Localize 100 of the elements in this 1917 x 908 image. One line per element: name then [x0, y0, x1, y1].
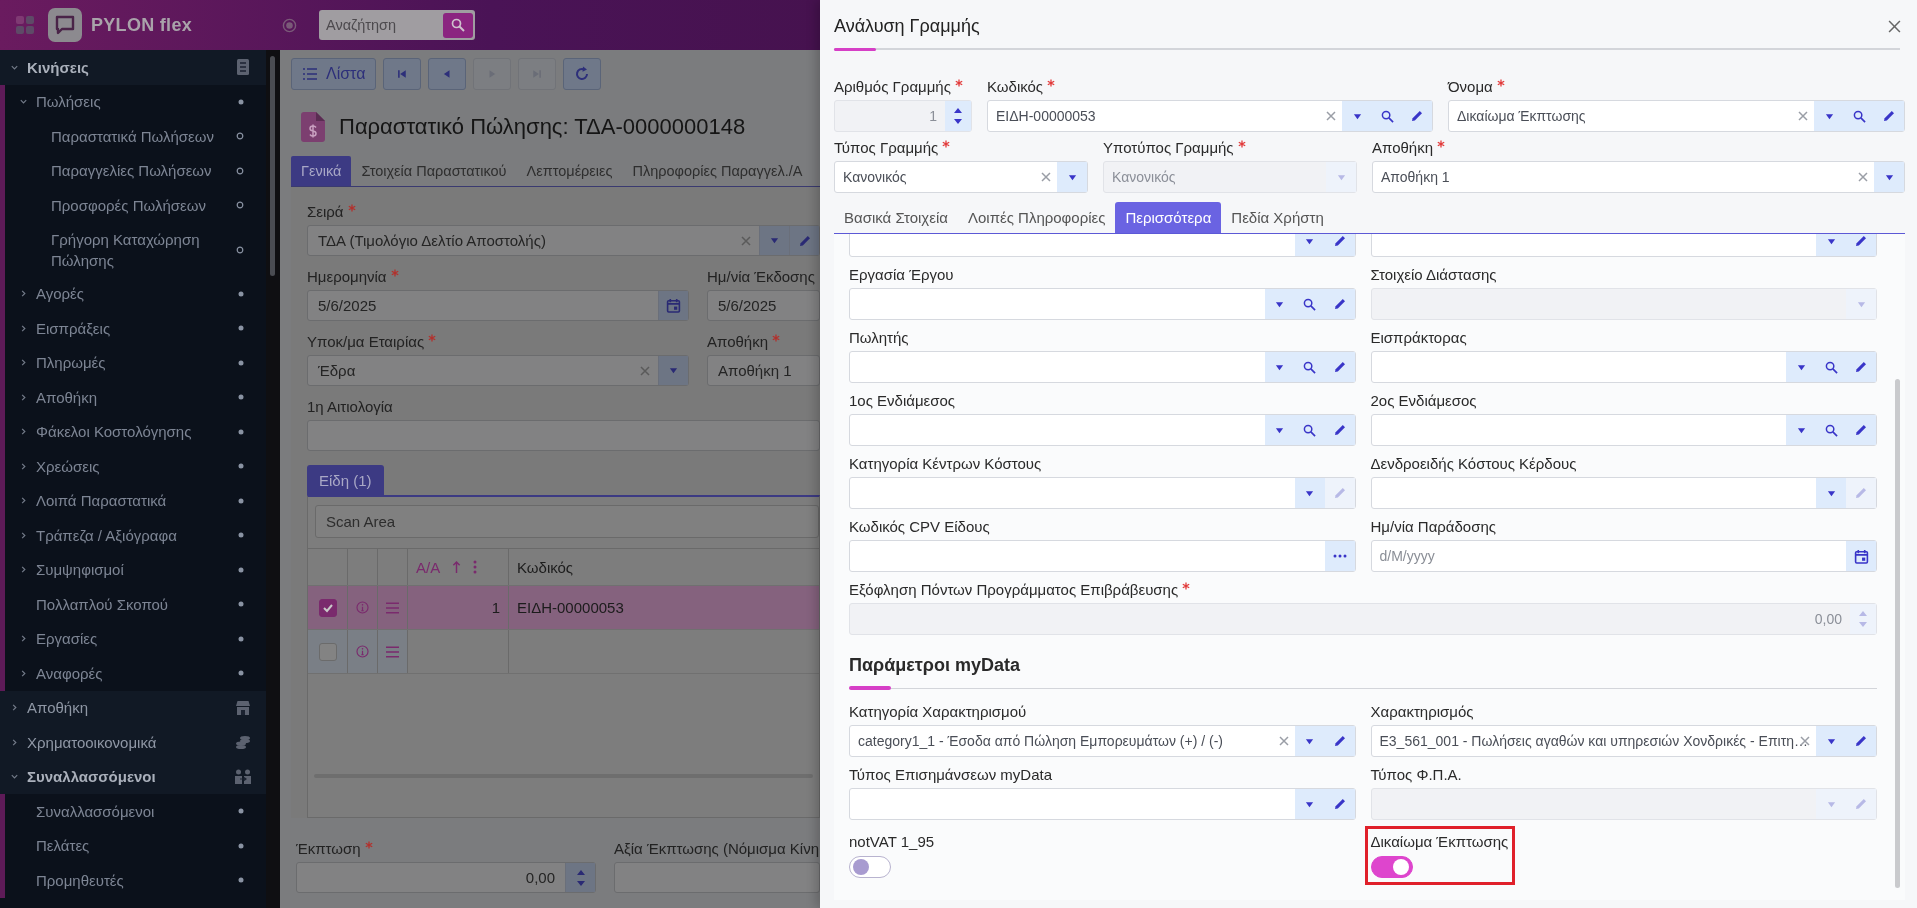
scrollbar[interactable]	[266, 50, 280, 908]
sidebar-item[interactable]: Εργασίες	[5, 621, 266, 656]
dropdown-button[interactable]	[1816, 234, 1846, 256]
sidebar-item[interactable]: Συμψηφισμοί	[5, 552, 266, 587]
edit-button[interactable]	[1846, 234, 1876, 256]
sort-up-icon[interactable]	[452, 560, 462, 574]
sidebar-item[interactable]: Πληρωμές	[5, 345, 266, 380]
dropdown-button[interactable]	[1294, 789, 1325, 819]
sidebar-item[interactable]: Αγορές	[5, 276, 266, 311]
menu-icon[interactable]	[386, 601, 399, 614]
sidebar-item[interactable]: Τράπεζα / Αξιόγραφα	[5, 518, 266, 553]
sidebar-item[interactable]: Χρεώσεις	[5, 449, 266, 484]
edit-button[interactable]	[1324, 789, 1355, 819]
dropdown-button[interactable]	[1342, 101, 1372, 131]
kebab-icon[interactable]	[473, 560, 478, 574]
more-button[interactable]	[1324, 541, 1355, 571]
edit-button[interactable]	[1324, 726, 1355, 756]
checkbox[interactable]	[318, 642, 337, 661]
tab[interactable]: Στοιχεία Παραστατικού	[351, 156, 517, 186]
input-field[interactable]: Αποθήκη 1	[707, 355, 820, 386]
input-field[interactable]: Αποθήκη 1	[1372, 161, 1905, 193]
toggle-switch[interactable]	[849, 856, 891, 878]
input-field[interactable]: Έδρα	[307, 355, 689, 386]
input-field[interactable]: ΤΔΑ (Τιμολόγιο Δελτίο Αποστολής)	[307, 225, 820, 256]
first-button[interactable]	[383, 58, 422, 90]
dropdown-button[interactable]	[1816, 726, 1846, 756]
edit-button[interactable]	[1324, 289, 1355, 319]
dropdown-button[interactable]	[1786, 415, 1816, 445]
input-field[interactable]: 5/6/2025	[307, 290, 689, 321]
sidebar-section[interactable]: Χρηματοοικονομικά	[0, 725, 266, 760]
tab[interactable]: Περισσότερα	[1115, 202, 1222, 233]
dropdown-button[interactable]	[1814, 101, 1844, 131]
column-header[interactable]: Κωδικός	[517, 558, 574, 576]
dropdown-button[interactable]	[1057, 162, 1087, 192]
tab[interactable]: Πληροφορίες Παραγγελ./Α	[622, 156, 813, 186]
input-field[interactable]: d/M/yyyy	[1370, 540, 1877, 572]
toggle-switch[interactable]	[1370, 856, 1413, 878]
sidebar-item[interactable]: Αποθήκη	[5, 380, 266, 415]
dropdown-button[interactable]	[1264, 289, 1295, 319]
dropdown-button[interactable]	[1874, 162, 1904, 192]
list-button[interactable]: Λίστα	[291, 58, 377, 90]
scan-field[interactable]: Scan Area	[315, 505, 819, 538]
record-icon[interactable]	[282, 17, 298, 33]
sidebar-item[interactable]: Αναφορές	[5, 656, 266, 691]
input-field[interactable]: Δικαίωμα Έκπτωσης	[1448, 100, 1905, 132]
sidebar-item[interactable]: Φάκελοι Κοστολόγησης	[5, 414, 266, 449]
sidebar-section[interactable]: Αποθήκη	[0, 690, 266, 725]
dropdown-button[interactable]	[1264, 352, 1295, 382]
sidebar-item[interactable]: Πωλήσεις	[5, 84, 266, 119]
dropdown-button[interactable]	[1786, 352, 1816, 382]
sidebar-section[interactable]: Κινήσεις	[0, 50, 266, 85]
checkbox[interactable]	[318, 598, 337, 617]
edit-button[interactable]	[1874, 101, 1904, 131]
input-field[interactable]: E3_561_001 - Πωλήσεις αγαθών και υπηρεσιών Χονδρικές - Επιτη…	[1370, 725, 1877, 757]
calendar-button[interactable]	[1846, 541, 1876, 571]
dropdown-button[interactable]	[1264, 415, 1295, 445]
search-field[interactable]: Αναζήτηση	[319, 10, 476, 40]
sidebar-section[interactable]: Συναλλασσόμενοι	[0, 759, 266, 794]
search-button[interactable]	[443, 12, 474, 38]
sidebar-item[interactable]: Εισπράξεις	[5, 311, 266, 346]
sidebar-item[interactable]: Παραγγελίες Πωλήσεων	[5, 153, 266, 188]
previous-button[interactable]	[428, 58, 467, 90]
sidebar-item[interactable]: Συναλλασσόμενοι	[5, 794, 266, 829]
input-field[interactable]: 5/6/2025	[707, 290, 820, 321]
tab[interactable]: Πεδία Χρήστη	[1221, 202, 1334, 233]
sidebar-item[interactable]: Γρήγορη Καταχώρηση Πώλησης	[5, 222, 266, 277]
edit-button[interactable]	[1846, 726, 1876, 756]
dropdown-button[interactable]	[1816, 478, 1846, 508]
tab[interactable]: Είδη (1)	[307, 465, 384, 495]
input-field[interactable]	[307, 420, 820, 451]
dropdown-button[interactable]	[1294, 478, 1325, 508]
info-icon[interactable]	[356, 600, 369, 615]
tab[interactable]: Γενικά	[291, 156, 352, 186]
table-row[interactable]: 1 ΕΙΔΗ-00000053	[308, 586, 819, 630]
sidebar-item[interactable]: Λοιπά Παραστατικά	[5, 483, 266, 518]
edit-button[interactable]	[1846, 352, 1876, 382]
tab[interactable]: Λοιπές Πληροφορίες	[957, 202, 1116, 233]
sidebar-item[interactable]: Παραστατικά Πωλήσεων	[5, 119, 266, 154]
refresh-button[interactable]	[563, 58, 602, 90]
input-field[interactable]: Κανονικός	[834, 161, 1088, 193]
input-field[interactable]	[614, 862, 820, 893]
sidebar-item[interactable]: Προσφορές Πωλήσεων	[5, 188, 266, 223]
sidebar-item[interactable]: Προμηθευτές	[5, 863, 266, 898]
dropdown-button[interactable]	[1294, 726, 1325, 756]
apps-grid-icon[interactable]	[15, 15, 35, 35]
edit-button[interactable]	[1846, 415, 1876, 445]
edit-button[interactable]	[1324, 352, 1355, 382]
tab[interactable]: Λεπτομέρειες	[516, 156, 623, 186]
edit-button[interactable]	[1402, 101, 1432, 131]
input-field[interactable]: category1_1 - Έσοδα από Πώληση Εμπορευμάτων (+) / (-)	[849, 725, 1356, 757]
sidebar-item[interactable]: Πελάτες	[5, 828, 266, 863]
edit-button[interactable]	[1324, 234, 1355, 256]
info-icon[interactable]	[356, 644, 369, 659]
input-field[interactable]: 0,00	[296, 862, 596, 893]
edit-button[interactable]	[1324, 415, 1355, 445]
dropdown-button[interactable]	[1294, 234, 1325, 256]
menu-icon[interactable]	[386, 645, 399, 658]
input-field[interactable]: ΕΙΔΗ-00000053	[987, 100, 1433, 132]
tab[interactable]: Βασικά Στοιχεία	[834, 202, 958, 233]
sidebar-item[interactable]: Πολλαπλού Σκοπού	[5, 587, 266, 622]
